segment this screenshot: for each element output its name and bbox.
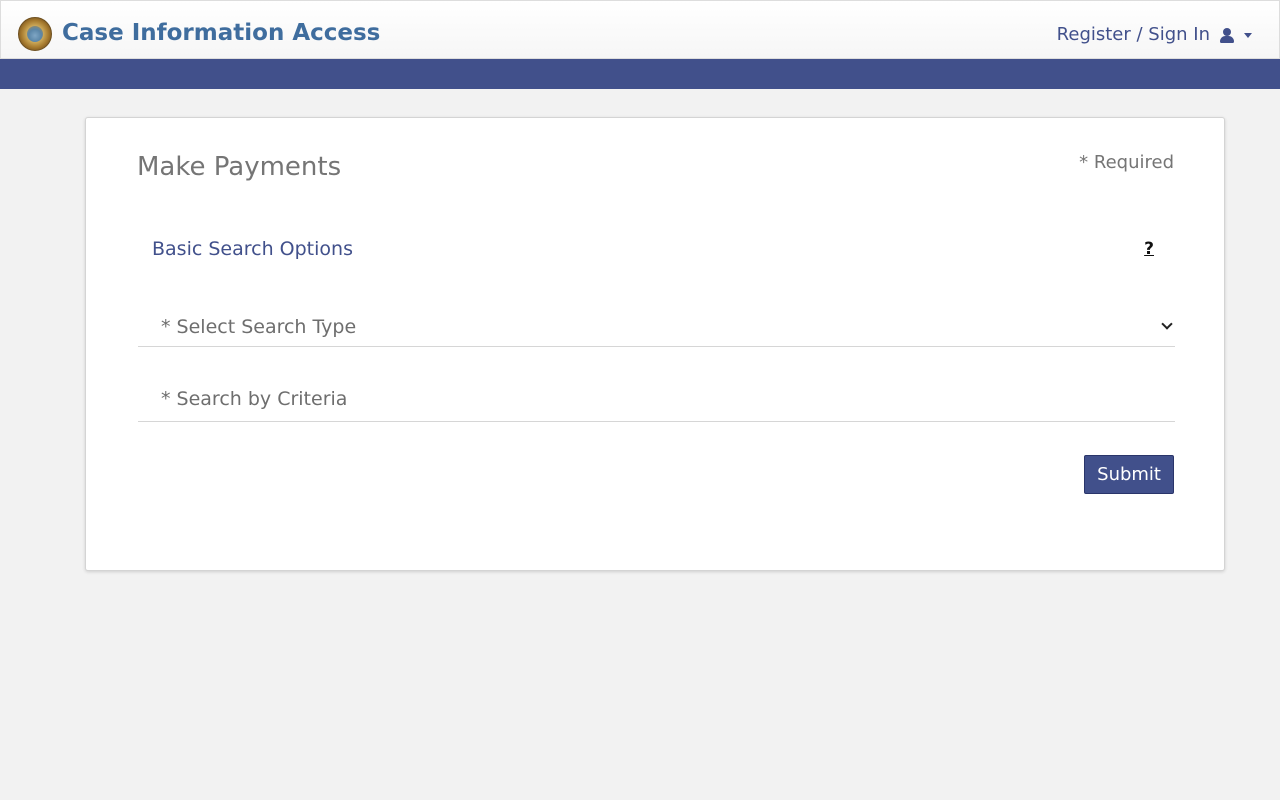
basic-search-options-heading: Basic Search Options — [152, 238, 353, 260]
search-type-select[interactable]: * Select Search Type — [138, 308, 1175, 347]
help-icon[interactable]: ? — [1144, 238, 1154, 260]
search-type-label: * Select Search Type — [161, 316, 357, 338]
top-header: Case Information Access Register / Sign … — [0, 0, 1280, 59]
app-title[interactable]: Case Information Access — [62, 18, 380, 48]
signin-label: Register / Sign In — [1056, 24, 1210, 45]
court-seal-icon[interactable] — [18, 17, 52, 51]
header-banner — [0, 59, 1280, 89]
search-criteria-label: * Search by Criteria — [161, 388, 348, 410]
page-title: Make Payments — [137, 152, 342, 182]
register-signin-menu[interactable]: Register / Sign In — [1057, 23, 1252, 47]
caret-down-icon — [1244, 32, 1252, 38]
required-note: * Required — [1079, 152, 1174, 173]
chevron-down-icon — [1161, 318, 1173, 330]
search-criteria-input[interactable]: * Search by Criteria — [138, 380, 1175, 422]
submit-button[interactable]: Submit — [1084, 455, 1174, 494]
payment-search-card: Make Payments * Required Basic Search Op… — [85, 117, 1225, 571]
user-icon — [1220, 27, 1234, 43]
